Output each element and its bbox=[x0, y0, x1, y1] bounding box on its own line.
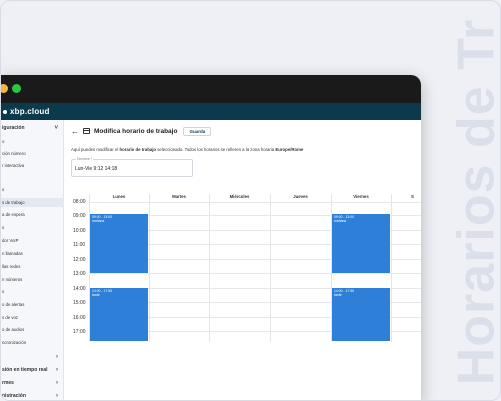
event-label: mañana bbox=[334, 219, 347, 223]
brand-name: xbp.cloud bbox=[10, 107, 50, 116]
sidebar-item-1[interactable]: o bbox=[1, 137, 64, 146]
day-header-viernes: Viernes bbox=[353, 194, 369, 199]
day-header-sabado: S bbox=[411, 194, 414, 199]
sidebar-item-4[interactable]: s bbox=[1, 185, 64, 194]
sidebar-item-8[interactable]: dor VoIP bbox=[1, 236, 64, 245]
logo-icon bbox=[3, 109, 7, 114]
time-label: 14:00 bbox=[73, 286, 86, 292]
screenshot-frame: Horarios de Tr xbp.cloud iguración ˅ o ci… bbox=[0, 0, 501, 401]
sidebar-item-9[interactable]: n llamadas bbox=[1, 249, 64, 258]
time-label: 12:00 bbox=[73, 257, 86, 263]
sidebar-item-12[interactable]: s bbox=[1, 287, 64, 296]
sidebar-item-informes[interactable]: rmes › bbox=[1, 379, 64, 388]
time-label: 11:00 bbox=[73, 242, 86, 248]
event-label: tarde bbox=[92, 293, 100, 297]
sidebar-item-2[interactable]: ción número bbox=[1, 149, 64, 158]
chevron-right-icon: › bbox=[56, 354, 58, 360]
day-header-jueves: Jueves bbox=[293, 194, 308, 199]
time-label: 09:00 bbox=[73, 213, 86, 219]
info-text: Aquí puedes modificar el horario de trab… bbox=[71, 147, 304, 152]
event-label: tarde bbox=[334, 293, 342, 297]
sidebar-item-11[interactable]: n números bbox=[1, 275, 64, 284]
sidebar-item-monitorizacion[interactable]: sión en tiempo real › bbox=[1, 366, 64, 375]
grid-line bbox=[270, 194, 271, 342]
maximize-button[interactable] bbox=[12, 84, 21, 93]
event-label: mañana bbox=[92, 219, 105, 223]
grid-line bbox=[209, 194, 210, 342]
minimize-button[interactable] bbox=[1, 84, 8, 93]
sidebar-item-14[interactable]: s de voz bbox=[1, 313, 64, 322]
grid-line bbox=[391, 194, 392, 342]
page-header: ← Modifica horario de trabajo Guarda bbox=[71, 125, 212, 137]
grid-line bbox=[149, 194, 150, 342]
name-field-label: Nombre * bbox=[76, 157, 94, 161]
sidebar-item-6[interactable]: a de espera bbox=[1, 210, 64, 219]
sidebar-item-horarios[interactable]: s de trabajo bbox=[1, 198, 64, 207]
app-header: xbp.cloud bbox=[1, 103, 421, 120]
event-viernes-manana[interactable]: 09:00 - 13:00 mañana bbox=[332, 214, 390, 273]
window-titlebar bbox=[1, 75, 421, 103]
name-field-value: Lun-Vie 9:12 14:18 bbox=[75, 166, 118, 172]
grid-line bbox=[89, 202, 421, 203]
time-label: 16:00 bbox=[73, 315, 86, 321]
time-label: 13:00 bbox=[73, 271, 86, 277]
grid-line bbox=[89, 273, 421, 274]
sidebar-item-10[interactable]: llas redes bbox=[1, 262, 64, 271]
sidebar-item-13[interactable]: o de alertas bbox=[1, 300, 64, 309]
calendar-icon bbox=[83, 128, 90, 134]
event-lunes-manana[interactable]: 09:00 - 13:00 mañana bbox=[90, 214, 148, 273]
chevron-down-icon: ˅ bbox=[54, 125, 58, 131]
sidebar-item-configuracion[interactable]: iguración ˅ bbox=[1, 124, 64, 133]
day-header-lunes: Lunes bbox=[112, 194, 126, 199]
time-label: 08:00 bbox=[73, 199, 86, 205]
event-lunes-tarde[interactable]: 14:00 - 17:55 tarde bbox=[90, 288, 148, 341]
time-label: 15:00 bbox=[73, 300, 86, 306]
sidebar-item-17[interactable]: › bbox=[1, 353, 64, 362]
day-header-miercoles: Miércoles bbox=[229, 194, 250, 199]
sidebar-item-16[interactable]: ncronización bbox=[1, 338, 64, 347]
background-title: Horarios de Tr bbox=[447, 18, 501, 385]
name-field[interactable]: Nombre * Lun-Vie 9:12 14:18 bbox=[71, 157, 193, 177]
chevron-right-icon: › bbox=[56, 367, 58, 373]
page-title: Modifica horario de trabajo bbox=[94, 127, 178, 135]
sidebar-item-7[interactable]: s bbox=[1, 223, 64, 232]
time-label: 17:00 bbox=[73, 329, 86, 335]
sidebar-item-15[interactable]: o de audios bbox=[1, 325, 64, 334]
sidebar: iguración ˅ o ción número r interactiva s… bbox=[1, 120, 64, 400]
sidebar-item-administracion[interactable]: nistración › bbox=[1, 392, 64, 400]
chevron-right-icon: › bbox=[56, 393, 58, 399]
time-label: 10:00 bbox=[73, 228, 86, 234]
sidebar-item-3[interactable]: r interactiva bbox=[1, 161, 64, 170]
back-arrow-icon[interactable]: ← bbox=[71, 127, 79, 136]
event-viernes-tarde[interactable]: 14:00 - 17:55 tarde bbox=[332, 288, 390, 341]
save-button[interactable]: Guarda bbox=[183, 126, 212, 136]
day-header-martes: Martes bbox=[172, 194, 186, 199]
chevron-right-icon: › bbox=[56, 380, 58, 386]
